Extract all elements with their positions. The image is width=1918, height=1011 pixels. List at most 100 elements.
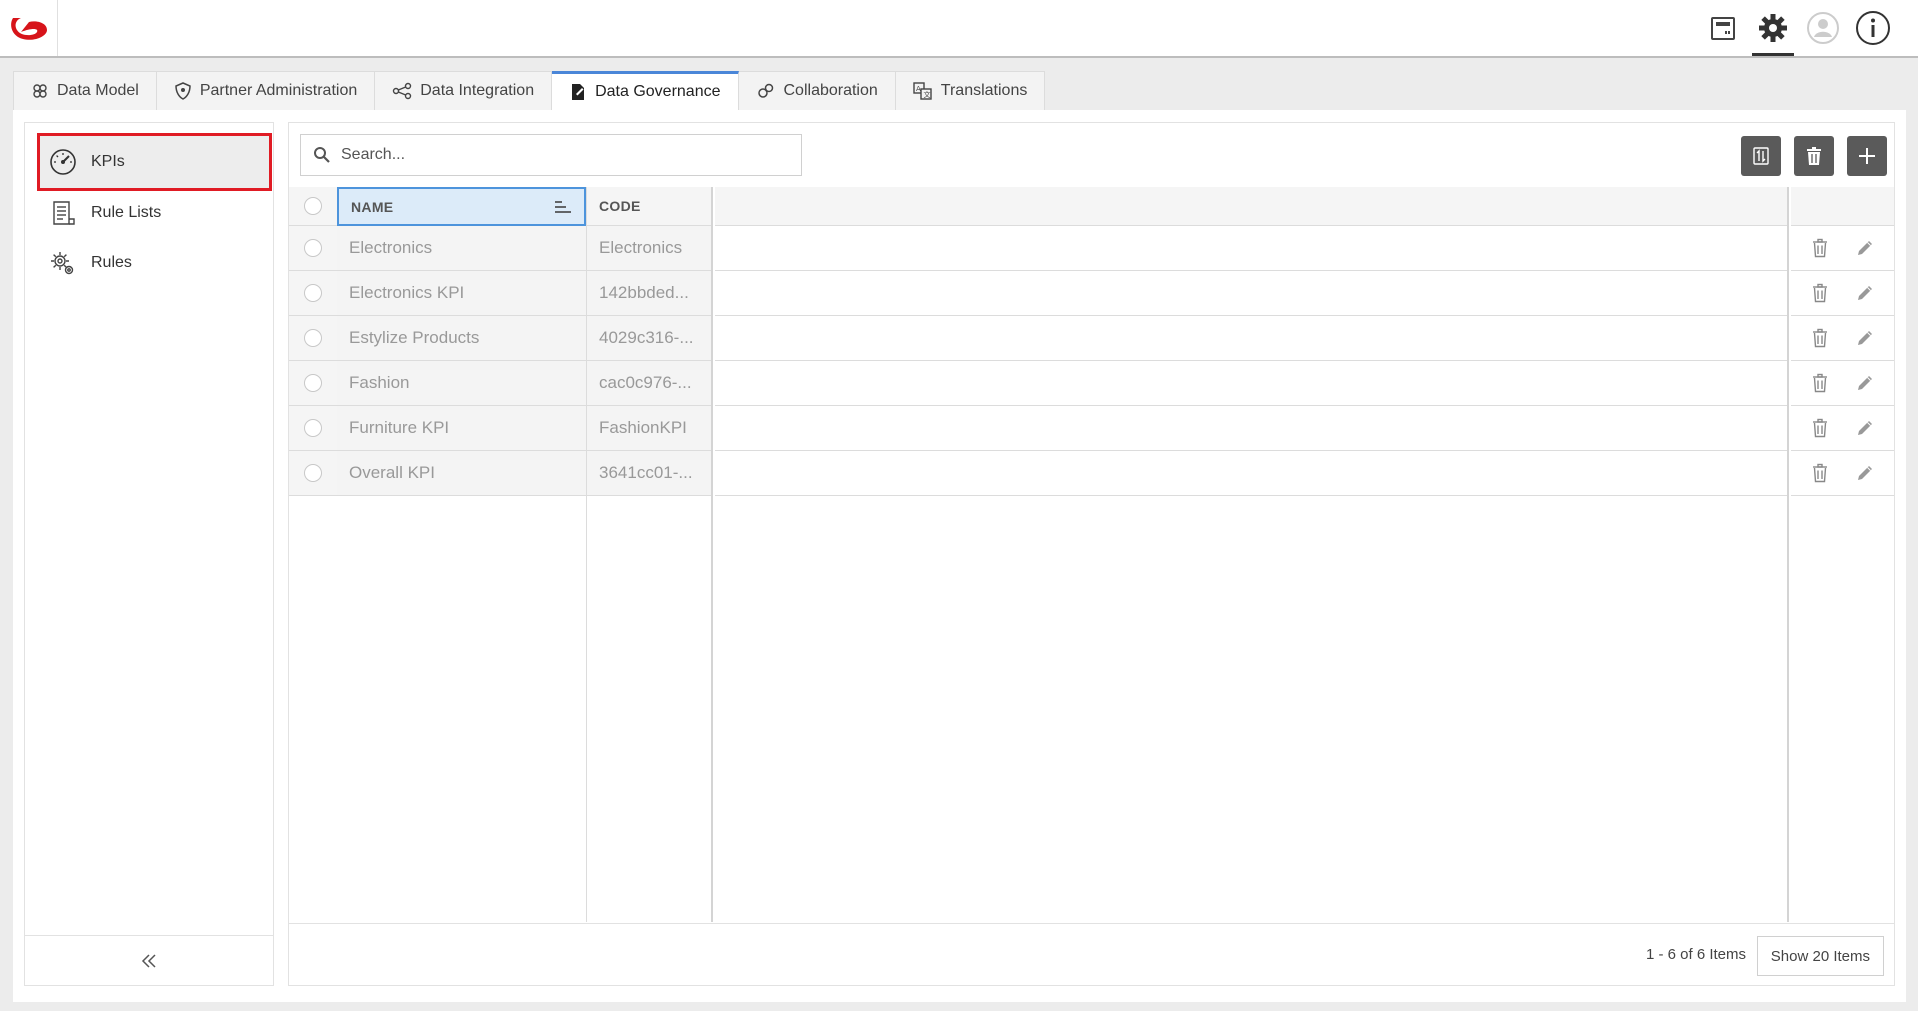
collapse-sidebar-button[interactable]: [25, 935, 273, 985]
row-actions: [1791, 271, 1894, 316]
shield-icon: [175, 82, 191, 100]
kpi-grid-panel: NAME Electronics Electronics KPI Estyliz…: [288, 122, 1895, 986]
user-avatar-icon: [1807, 12, 1839, 44]
row-actions: [1791, 316, 1894, 361]
logo-icon: [10, 18, 47, 40]
row-actions: [1791, 406, 1894, 451]
module-tabs: Data Model Partner Administration Data I…: [13, 71, 1046, 111]
pager-info: 1 - 6 of 6 Items: [1645, 946, 1746, 963]
tab-data-integration[interactable]: Data Integration: [375, 71, 553, 111]
sidebar-item-rule-lists[interactable]: Rule Lists: [37, 191, 267, 235]
tab-label: Data Integration: [420, 82, 535, 99]
trash-icon: [1812, 373, 1827, 393]
tab-label: Collaboration: [783, 82, 878, 99]
code-column-header[interactable]: CODE: [587, 187, 711, 226]
tab-data-model[interactable]: Data Model: [13, 71, 157, 111]
calendar-icon: [1711, 17, 1735, 40]
table-cell-code: 3641cc01-...: [587, 451, 711, 496]
row-checkbox[interactable]: [304, 239, 322, 257]
double-chevron-left-icon: [141, 953, 156, 968]
delete-row-button[interactable]: [1811, 328, 1829, 348]
sidebar-item-label: Rule Lists: [91, 204, 162, 221]
rule-list-icon: [53, 201, 75, 225]
gauge-icon: [50, 149, 76, 175]
row-checkbox[interactable]: [304, 329, 322, 347]
app-logo[interactable]: [0, 0, 58, 56]
delete-row-button[interactable]: [1811, 418, 1829, 438]
reorder-button[interactable]: [1741, 136, 1781, 176]
delete-selected-button[interactable]: [1794, 136, 1834, 176]
info-icon: [1856, 11, 1890, 45]
table-cell-code: cac0c976-...: [587, 361, 711, 406]
sidebar-item-label: Rules: [91, 254, 132, 271]
data-model-icon: [33, 84, 47, 98]
row-checkbox[interactable]: [304, 374, 322, 392]
row-checkbox[interactable]: [304, 464, 322, 482]
collaboration-icon: [757, 83, 773, 98]
reorder-icon: [1753, 147, 1769, 165]
top-bar: [0, 0, 1918, 58]
tab-data-governance[interactable]: Data Governance: [552, 71, 739, 111]
tab-translations[interactable]: A文 Translations: [895, 71, 1046, 111]
grid-footer: 1 - 6 of 6 Items Show 20 Items: [289, 923, 1894, 985]
filler-header: [715, 187, 1787, 226]
row-checkbox[interactable]: [304, 284, 322, 302]
user-profile-button[interactable]: [1798, 0, 1848, 56]
info-button[interactable]: [1848, 0, 1898, 56]
edit-row-button[interactable]: [1855, 373, 1875, 393]
edit-row-button[interactable]: [1855, 238, 1875, 258]
actions-header: [1791, 187, 1894, 226]
plus-icon: [1859, 148, 1875, 164]
page-size-button[interactable]: Show 20 Items: [1756, 936, 1884, 976]
select-all-checkbox[interactable]: [304, 197, 322, 215]
delete-row-button[interactable]: [1811, 283, 1829, 303]
select-column: [289, 187, 337, 922]
delete-row-button[interactable]: [1811, 463, 1829, 483]
trash-icon: [1812, 463, 1827, 483]
row-checkbox[interactable]: [304, 419, 322, 437]
search-input[interactable]: [341, 146, 781, 164]
tab-partner-administration[interactable]: Partner Administration: [156, 71, 376, 111]
add-kpi-button[interactable]: [1847, 136, 1887, 176]
table-cell-code: 142bbded...: [587, 271, 711, 316]
translations-icon: A文: [913, 82, 932, 100]
edit-row-button[interactable]: [1855, 283, 1875, 303]
governance-icon: [572, 84, 585, 100]
tab-label: Translations: [940, 82, 1028, 99]
table-cell-name: Estylize Products: [337, 316, 586, 361]
main-panel: KPIs Rule Lists Rules Search... NAME Ele…: [13, 110, 1906, 1002]
table-cell-name: Furniture KPI: [337, 406, 586, 451]
table-row: [715, 451, 1787, 496]
calendar-button[interactable]: [1698, 0, 1748, 56]
settings-button[interactable]: [1748, 0, 1798, 56]
gear-icon: [1759, 14, 1787, 42]
sidebar-item-kpis[interactable]: KPIs: [37, 133, 272, 191]
table-cell-code: 4029c316-...: [587, 316, 711, 361]
tab-collaboration[interactable]: Collaboration: [738, 71, 896, 111]
edit-row-button[interactable]: [1855, 418, 1875, 438]
svg-text:文: 文: [923, 90, 930, 99]
sidebar-item-rules[interactable]: Rules: [37, 241, 267, 285]
filler-column: [715, 187, 1789, 922]
table-cell-code: Electronics: [587, 226, 711, 271]
table-row-select: [289, 451, 337, 496]
name-column-header[interactable]: NAME: [337, 187, 586, 226]
pencil-icon: [1857, 376, 1872, 390]
table-row: [715, 406, 1787, 451]
tab-label: Data Governance: [595, 83, 721, 100]
sort-icon[interactable]: [554, 200, 572, 214]
delete-row-button[interactable]: [1811, 373, 1829, 393]
pencil-icon: [1857, 331, 1872, 345]
table-cell-name: Fashion: [337, 361, 586, 406]
integration-icon: [393, 82, 412, 100]
table-row-select: [289, 406, 337, 451]
delete-row-button[interactable]: [1811, 238, 1829, 258]
actions-column: [1791, 187, 1894, 922]
trash-icon: [1812, 283, 1827, 303]
name-column: NAME Electronics Electronics KPI Estyliz…: [337, 187, 587, 922]
edit-row-button[interactable]: [1855, 328, 1875, 348]
code-column: CODE Electronics 142bbded... 4029c316-..…: [587, 187, 713, 922]
trash-icon: [1807, 147, 1821, 165]
edit-row-button[interactable]: [1855, 463, 1875, 483]
table-row-select: [289, 271, 337, 316]
